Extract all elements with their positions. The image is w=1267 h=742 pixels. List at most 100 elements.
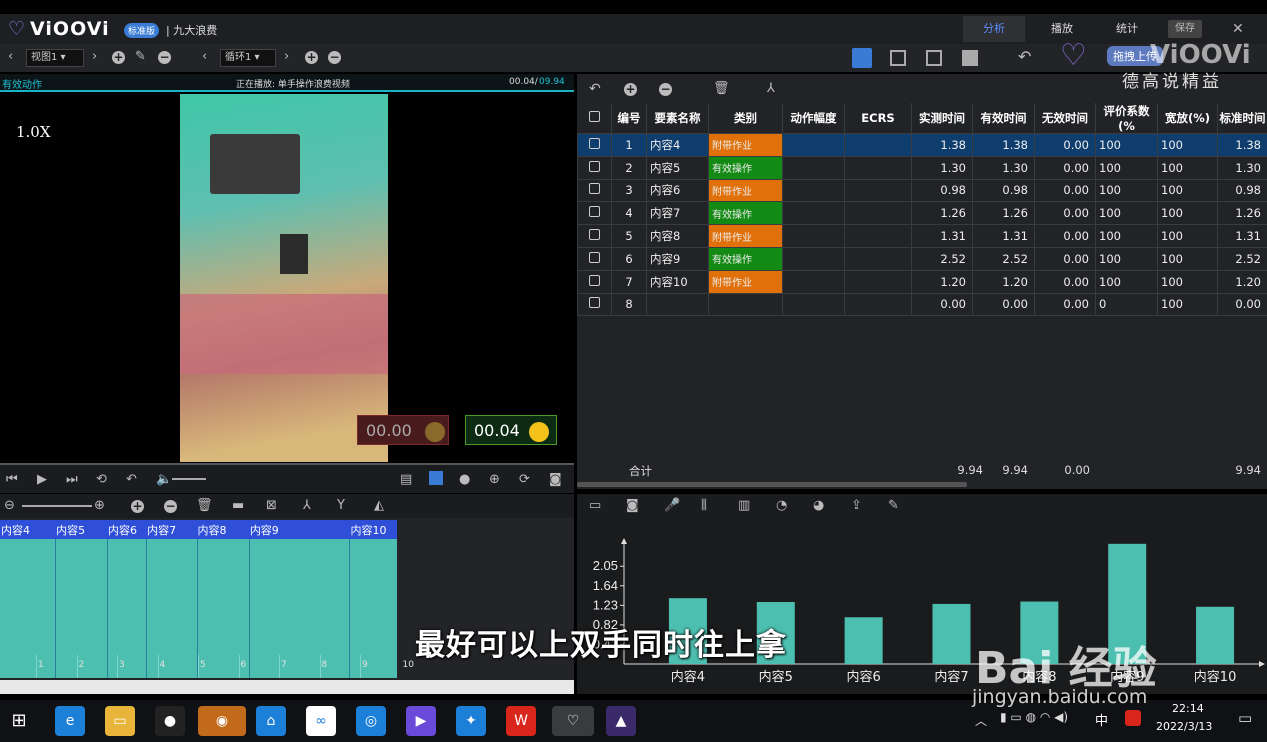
- table-row[interactable]: 6 内容9 有效操作 2.52 2.52 0.00 100 100 2.52: [577, 246, 1267, 271]
- cell-name[interactable]: 内容10: [646, 269, 709, 294]
- mirror-icon[interactable]: ◭: [374, 499, 384, 512]
- tray-icons[interactable]: ▮ ▭ ◍ ◠ ◀): [1000, 710, 1068, 724]
- cell-std[interactable]: 1.38: [1217, 133, 1267, 157]
- col-header[interactable]: 标准时间: [1217, 103, 1267, 134]
- cell-name[interactable]: 内容7: [646, 201, 709, 226]
- cell-name[interactable]: 内容5: [646, 155, 709, 180]
- cell-eff[interactable]: 0.98: [972, 178, 1035, 203]
- remove-loop-icon[interactable]: −: [328, 51, 341, 64]
- cell-rate[interactable]: 100: [1095, 201, 1158, 226]
- zoom-slider[interactable]: [22, 505, 92, 507]
- cell-meas[interactable]: 1.38: [911, 133, 973, 157]
- loop-icon[interactable]: ⟲: [96, 473, 107, 486]
- tray-chevron-icon[interactable]: ︿: [975, 712, 987, 729]
- rotate-icon[interactable]: ⟳: [519, 473, 530, 486]
- row-checkbox-cell[interactable]: [577, 178, 612, 203]
- notification-icon[interactable]: ▭: [1238, 709, 1252, 727]
- cell-cat[interactable]: 附带作业: [708, 133, 783, 157]
- cell-cat[interactable]: 附带作业: [708, 269, 783, 294]
- pie-chart-icon[interactable]: ◔: [776, 499, 787, 512]
- qq-icon[interactable]: ●: [155, 706, 185, 736]
- undo-table-icon[interactable]: ↶: [589, 82, 601, 96]
- cell-rate[interactable]: 100: [1095, 155, 1158, 180]
- cell-ineff[interactable]: 0.00: [1034, 246, 1096, 271]
- cell-eff[interactable]: 1.31: [972, 224, 1035, 248]
- comment-icon[interactable]: ▭: [589, 499, 601, 512]
- app-camera-icon[interactable]: ◎: [356, 706, 386, 736]
- bar-chart-icon[interactable]: ▥: [738, 499, 750, 512]
- cell-allow[interactable]: 100: [1157, 246, 1218, 271]
- col-header[interactable]: 无效时间: [1034, 103, 1096, 134]
- col-header[interactable]: 有效时间: [972, 103, 1035, 134]
- cell-std[interactable]: 1.20: [1217, 269, 1267, 294]
- camera-icon[interactable]: ◙: [549, 473, 562, 486]
- split-icon[interactable]: ⅄: [767, 82, 775, 95]
- cell-amp[interactable]: [782, 201, 845, 226]
- cell-meas[interactable]: 0.98: [911, 178, 973, 203]
- col-header[interactable]: ECRS: [844, 103, 912, 134]
- add-segment-icon[interactable]: +: [131, 500, 144, 513]
- col-header[interactable]: 编号: [611, 103, 647, 134]
- row-checkbox[interactable]: [589, 297, 600, 309]
- table-row[interactable]: 3 内容6 附带作业 0.98 0.98 0.00 100 100 0.98: [577, 178, 1267, 203]
- col-header[interactable]: 要素名称: [646, 103, 709, 134]
- cell-std[interactable]: 1.26: [1217, 201, 1267, 226]
- cell-ineff[interactable]: 0.00: [1034, 201, 1096, 226]
- cell-ineff[interactable]: 0.00: [1034, 155, 1096, 180]
- cell-allow[interactable]: 100: [1157, 201, 1218, 226]
- zoom-out-icon[interactable]: ⊖: [4, 499, 15, 512]
- cell-std[interactable]: 1.30: [1217, 155, 1267, 180]
- col-header[interactable]: 宽放(%): [1157, 103, 1218, 134]
- volume-icon[interactable]: 🔈: [156, 473, 172, 486]
- cell-allow[interactable]: 100: [1157, 133, 1218, 157]
- pen-icon[interactable]: ✎: [888, 499, 899, 512]
- pin-icon[interactable]: ●: [459, 473, 470, 486]
- row-checkbox[interactable]: [589, 160, 600, 172]
- cell-amp[interactable]: [782, 269, 845, 294]
- cell-cat[interactable]: 附带作业: [708, 178, 783, 203]
- remove-view-icon[interactable]: −: [158, 51, 171, 64]
- video-frame[interactable]: [180, 94, 388, 462]
- cell-eff[interactable]: 1.30: [972, 155, 1035, 180]
- cell-no[interactable]: 6: [611, 246, 647, 271]
- wps-icon[interactable]: W: [506, 706, 536, 736]
- cell-cat[interactable]: 有效操作: [708, 246, 783, 271]
- table-scrollbar[interactable]: [577, 482, 967, 487]
- cell-name[interactable]: 内容6: [646, 178, 709, 203]
- layout-split-icon[interactable]: [890, 50, 906, 66]
- app-video-icon[interactable]: ▶: [406, 706, 436, 736]
- cell-cat[interactable]: 附带作业: [708, 224, 783, 248]
- cell-rate[interactable]: 100: [1095, 178, 1158, 203]
- add-row-icon[interactable]: +: [624, 83, 637, 96]
- cell-rate[interactable]: 100: [1095, 133, 1158, 157]
- cell-amp[interactable]: [782, 246, 845, 271]
- cell-name[interactable]: 内容8: [646, 224, 709, 248]
- table-row[interactable]: 7 内容10 附带作业 1.20 1.20 0.00 100 100 1.20: [577, 269, 1267, 294]
- select-all-cell[interactable]: [577, 103, 612, 134]
- cell-ecrs[interactable]: [844, 155, 912, 180]
- cell-eff[interactable]: 1.20: [972, 269, 1035, 294]
- timeline-segment-divider[interactable]: [146, 539, 148, 678]
- cell-amp[interactable]: [782, 224, 845, 248]
- cell-std[interactable]: 0.98: [1217, 178, 1267, 203]
- mic-icon[interactable]: 🎤: [664, 499, 680, 512]
- timeline-scrollbar[interactable]: [0, 680, 574, 694]
- cell-ecrs[interactable]: [844, 246, 912, 271]
- row-checkbox-cell[interactable]: [577, 246, 612, 271]
- timeline-segment-label[interactable]: 内容6: [108, 522, 137, 538]
- cell-ecrs[interactable]: [844, 269, 912, 294]
- equalizer-icon[interactable]: ⫼: [701, 499, 707, 512]
- cell-name[interactable]: 内容9: [646, 246, 709, 271]
- cell-name[interactable]: [646, 292, 709, 317]
- cell-amp[interactable]: [782, 292, 845, 317]
- timeline-segment-divider[interactable]: [349, 539, 351, 678]
- cell-cat[interactable]: 有效操作: [708, 155, 783, 180]
- cell-meas[interactable]: 1.31: [911, 224, 973, 248]
- timeline-segment-divider[interactable]: [107, 539, 109, 678]
- view-select[interactable]: 视图1 ▾: [26, 49, 84, 67]
- cell-ecrs[interactable]: [844, 224, 912, 248]
- row-checkbox[interactable]: [589, 274, 600, 286]
- cell-allow[interactable]: 100: [1157, 178, 1218, 203]
- timeline-segment-label[interactable]: 内容10: [350, 522, 386, 538]
- donut-chart-icon[interactable]: ◕: [813, 499, 824, 512]
